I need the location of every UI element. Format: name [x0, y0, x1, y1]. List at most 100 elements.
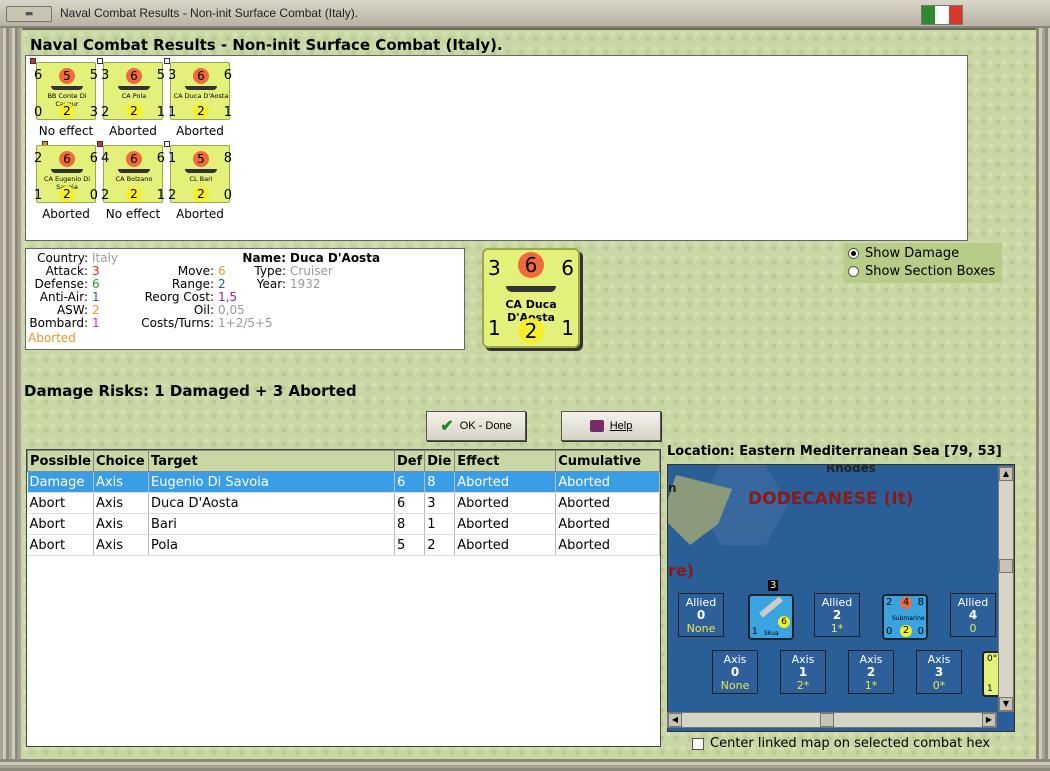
frame-bottom [0, 759, 1050, 771]
costs-value: 1+2/5+5 [218, 316, 273, 330]
bombard-value: 1 [92, 316, 100, 330]
location-label: Location: Eastern Mediterranean Sea [79,… [667, 444, 1002, 459]
selected-unit-counter: 366 CA Duca D'Aosta 121 [482, 248, 580, 348]
submarine-counter[interactable]: 2 4 8 Submarine 0 2 0 [882, 594, 928, 640]
frame-right [1036, 28, 1050, 771]
table-row[interactable]: Abort Axis Duca D'Aosta 6 3 Aborted Aborted [27, 492, 660, 514]
scroll-thumb [820, 713, 834, 727]
aircraft-icon [759, 596, 783, 618]
allied-section-box[interactable]: Allied 0 None [678, 593, 724, 637]
scroll-up-icon: ▲ [999, 467, 1013, 481]
map-label-fragment: n [668, 481, 677, 495]
help-button[interactable]: Help [561, 411, 661, 441]
checkmark-icon: ✔ [440, 418, 454, 435]
table-row[interactable]: Damage Axis Eugenio Di Savoia 6 8 Aborted Abor… [27, 471, 660, 493]
attack-value: 3 [92, 264, 100, 278]
oil-value: 0,05 [218, 303, 245, 317]
defense-label: Defense: [34, 277, 88, 291]
title-bar: ▬ Naval Combat Results - Non-init Surfac… [0, 0, 1050, 28]
year-value: 1932 [290, 277, 321, 291]
unit-result: Aborted [109, 124, 157, 138]
col-target[interactable]: Target [148, 450, 395, 472]
system-menu-button[interactable]: ▬ [6, 6, 52, 22]
page-title: Naval Combat Results - Non-init Surface … [30, 36, 503, 54]
scroll-thumb [999, 559, 1013, 573]
main-panel: Naval Combat Results - Non-init Surface … [22, 30, 1036, 759]
show-damage-radio[interactable]: Show Damage [848, 246, 959, 261]
attack-label: Attack: [45, 264, 88, 278]
map-horizontal-scrollbar[interactable]: ◀ ▶ [667, 712, 997, 728]
checkbox-icon[interactable] [692, 737, 704, 750]
move-label: Move: [177, 264, 214, 278]
unit-result: No effect [105, 207, 161, 221]
italy-flag-icon [921, 5, 963, 25]
units-panel: 655BB Conte Di Cavour023 No effect 365CA… [25, 55, 968, 241]
allied-section-box[interactable]: Allied 4 0 [950, 593, 996, 637]
year-label: Year: [256, 277, 286, 291]
map-label-fragment: re) [668, 561, 695, 580]
country-value: Italy [92, 251, 119, 265]
frame-left [0, 28, 22, 771]
unit-result: No effect [38, 124, 94, 138]
ship-icon [51, 169, 83, 173]
ok-done-button[interactable]: ✔ OK - Done [426, 411, 526, 441]
name-value: Duca D'Aosta [290, 251, 381, 265]
center-map-checkbox[interactable]: Center linked map on selected combat hex [692, 736, 990, 751]
col-effect[interactable]: Effect [454, 450, 557, 472]
asw-value: 2 [92, 303, 100, 317]
show-section-boxes-radio[interactable]: Show Section Boxes [848, 264, 995, 279]
col-possible[interactable]: Possible [27, 450, 94, 472]
display-options: Show Damage Show Section Boxes [844, 243, 1002, 283]
type-value: Cruiser [290, 264, 333, 278]
unit-result: Aborted [176, 207, 224, 221]
col-def[interactable]: Def [393, 450, 426, 472]
damage-risks: Damage Risks: 1 Damaged + 3 Aborted [24, 382, 357, 400]
costs-label: Costs/Turns: [141, 316, 214, 330]
unit-counter[interactable]: 3 6 6 CA Duca D'Aosta 1 2 1 Aborted [162, 58, 262, 142]
axis-section-box[interactable]: Axis 1 2* [780, 650, 826, 694]
oil-label: Oil: [193, 303, 214, 317]
defense-value: 6 [92, 277, 100, 291]
col-choice[interactable]: Choice [93, 450, 149, 472]
skua-air-counter[interactable]: 3 1 Skua 6 [748, 580, 794, 640]
ship-icon [118, 169, 150, 173]
type-label: Type: [254, 264, 286, 278]
unit-result: Aborted [42, 207, 90, 221]
ship-icon [185, 86, 217, 90]
range-label: Range: [171, 277, 214, 291]
unit-counter[interactable]: 1 5 8 CL Bari 2 2 0 Aborted [162, 141, 262, 225]
center-map-label: Center linked map on selected combat hex [710, 736, 991, 751]
table-row[interactable]: Abort Axis Bari 8 1 Aborted Aborted [27, 513, 660, 535]
radio-icon [848, 248, 859, 259]
map-label-rhodes: Rhodes [826, 464, 876, 475]
unit-info-panel: Country: Italy Attack: 3 Defense: 6 Anti… [25, 248, 465, 350]
ship-icon [506, 286, 556, 292]
map-vertical-scrollbar[interactable]: ▲ ▼ [998, 466, 1014, 712]
antiair-label: Anti-Air: [39, 290, 88, 304]
col-cumulative[interactable]: Cumulative [555, 450, 660, 472]
country-label: Country: [37, 251, 88, 265]
bombard-label: Bombard: [29, 316, 88, 330]
axis-section-box[interactable]: Axis 2 1* [848, 650, 894, 694]
unit-result: Aborted [176, 124, 224, 138]
table-row[interactable]: Abort Axis Pola 5 2 Aborted Aborted [27, 534, 660, 556]
allied-section-box[interactable]: Allied 2 1* [814, 593, 860, 637]
radio-icon [848, 266, 859, 277]
axis-section-box[interactable]: Axis 0 None [712, 650, 758, 694]
ship-icon [185, 169, 217, 173]
stack-count: 3 [768, 580, 779, 591]
reorg-value: 1,5 [218, 290, 238, 304]
scroll-left-icon: ◀ [668, 713, 682, 727]
scroll-right-icon: ▶ [982, 713, 996, 727]
window-title: Naval Combat Results - Non-init Surface … [60, 6, 359, 20]
unit-status: Aborted [28, 331, 76, 345]
linked-map[interactable]: Rhodes n DODECANESE (It) re) Allied 0 None… [667, 464, 1015, 732]
ship-icon [118, 86, 150, 90]
col-die[interactable]: Die [424, 450, 456, 472]
reorg-label: Reorg Cost: [144, 290, 214, 304]
axis-section-box[interactable]: Axis 3 0* [916, 650, 962, 694]
asw-label: ASW: [56, 303, 88, 317]
scroll-down-icon: ▼ [999, 697, 1013, 711]
combat-results-table: Possible Choice Target Def Die Effect Cu… [26, 449, 661, 747]
name-label: Name: [242, 251, 286, 265]
